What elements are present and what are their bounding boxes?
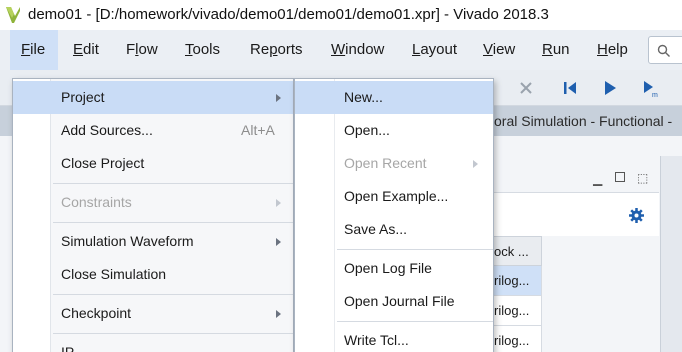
file-menu-checkpoint[interactable]: Checkpoint [61,297,131,330]
menu-separator [53,333,293,334]
menu-edit[interactable]: Edit [73,30,99,70]
shortcut-label: Alt+A [241,122,275,138]
submenu-arrow-icon [276,310,281,318]
svg-text:m: m [652,92,658,98]
menu-flow[interactable]: Flow [126,30,158,70]
menu-separator [53,183,293,184]
menu-separator [337,249,493,250]
simulation-title: oral Simulation - Functional - [494,113,673,129]
panel-splitter[interactable] [660,156,682,352]
menu-highlight [295,81,493,114]
project-menu-open-log-file[interactable]: Open Log File [344,252,432,285]
file-menu-add-sources[interactable]: Add Sources... [61,114,153,147]
menu-help[interactable]: Help [597,30,628,70]
table-row[interactable]: rilog... [494,296,542,326]
run-all-icon[interactable] [600,78,620,98]
table-row[interactable]: rilog... [494,326,542,352]
project-menu-write-tcl[interactable]: Write Tcl... [344,324,409,352]
project-menu-open-recent: Open Recent [344,155,427,171]
project-menu-open-journal-file[interactable]: Open Journal File [344,285,455,318]
menu-tools[interactable]: Tools [185,30,220,70]
project-menu-open-example[interactable]: Open Example... [344,180,448,213]
file-menu-project[interactable]: Project [61,81,105,114]
submenu-arrow-icon [276,238,281,246]
menu-icon-gutter [13,79,51,352]
menu-run[interactable]: Run [542,30,570,70]
submenu-arrow-icon [276,94,281,102]
project-menu-new[interactable]: New... [344,81,383,114]
file-menu-close-simulation[interactable]: Close Simulation [61,258,166,291]
menu-window[interactable]: Window [331,30,384,70]
file-menu-ip[interactable]: IP [61,336,74,352]
submenu-arrow-icon [276,199,281,207]
file-menu-close-project[interactable]: Close Project [61,147,144,180]
minimize-icon[interactable]: ▁ [593,172,602,186]
window-title: demo01 - [D:/homework/vivado/demo01/demo… [28,6,549,23]
menu-bar: File Edit Flow Tools Reports Window Layo… [0,30,682,70]
quick-access-search[interactable] [648,36,682,64]
float-icon[interactable]: ⬚ [637,171,648,185]
menu-file[interactable]: File [10,30,58,70]
file-menu-constraints: Constraints [61,194,132,210]
vivado-logo-icon [6,7,20,23]
menu-separator [53,294,293,295]
gear-icon[interactable] [628,207,645,224]
restart-icon[interactable] [560,78,580,98]
menu-view[interactable]: View [483,30,515,70]
run-for-icon[interactable]: m [640,78,660,98]
menu-highlight [13,81,293,114]
menu-separator [53,222,293,223]
menu-reports[interactable]: Reports [250,30,303,70]
menu-separator [337,321,493,322]
project-submenu: New... Open... Open Recent Open Example.… [294,78,494,352]
search-icon [657,44,670,57]
table-row[interactable]: rilog... [494,266,542,296]
maximize-icon[interactable] [615,172,625,182]
menu-icon-gutter [295,79,335,352]
cancel-icon[interactable] [516,78,536,98]
file-menu: Project Add Sources... Alt+A Close Proje… [12,78,294,352]
column-header[interactable]: ock ... [494,236,542,266]
file-menu-simulation-waveform[interactable]: Simulation Waveform [61,225,194,258]
project-menu-open[interactable]: Open... [344,114,390,147]
menu-layout[interactable]: Layout [412,30,457,70]
submenu-arrow-icon [473,160,478,168]
project-menu-save-as[interactable]: Save As... [344,213,407,246]
